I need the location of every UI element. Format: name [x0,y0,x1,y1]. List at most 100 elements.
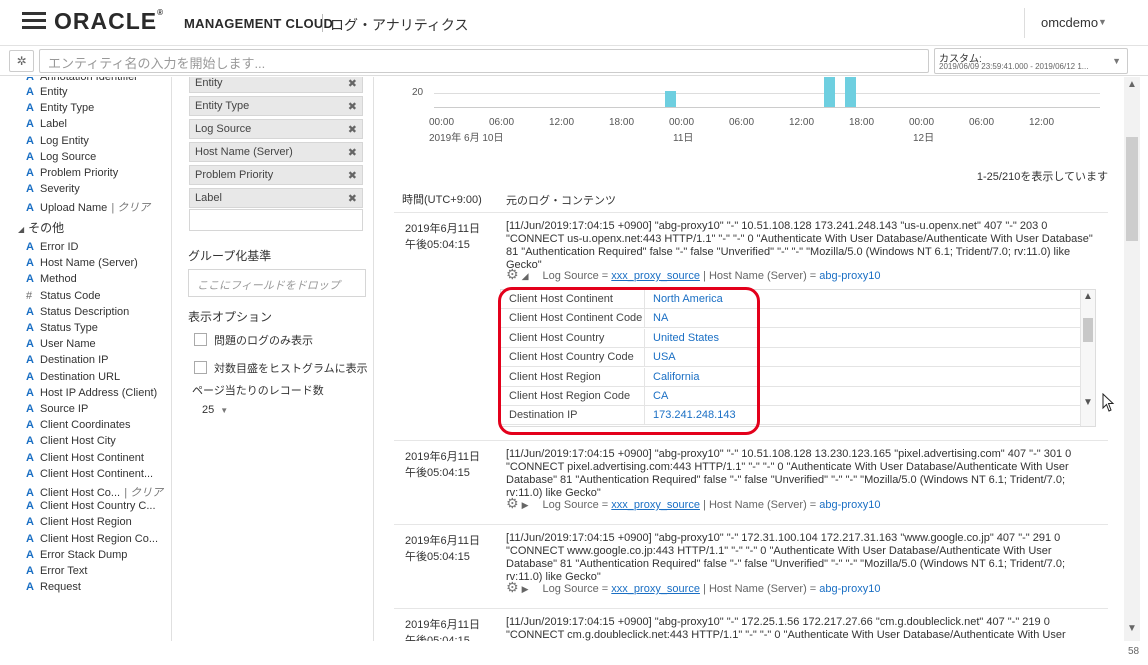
display-field-chip[interactable]: Problem Priority ✖ [189,165,363,185]
record-meta: ⚙ ▶ Log Source = xxx_proxy_source | Host N… [506,495,880,512]
host-name-link[interactable]: abg-proxy10 [819,270,880,282]
field-item[interactable]: A Label [26,118,67,134]
field-item[interactable]: A Severity [26,183,80,199]
meta-source-label: Log Source = [542,270,612,282]
host-name-link[interactable]: abg-proxy10 [819,583,880,595]
remove-chip-icon[interactable]: ✖ [348,146,357,159]
field-item[interactable]: A Status Type [26,322,98,338]
histogram-bar[interactable] [665,91,676,107]
histogram-x-tick: 00:00 [909,117,935,128]
scroll-up-icon[interactable]: ▲ [1127,79,1137,90]
visualize-config-panel: Entity ✖ Entity Type ✖ Log Source ✖ Host Name … [180,77,374,641]
gear-icon[interactable]: ⚙ [506,495,519,511]
entity-selector-icon[interactable]: ✲ [9,50,34,72]
display-field-chip[interactable]: Host Name (Server) ✖ [189,142,363,162]
page-scrollbar[interactable]: ▲ ▼ [1124,77,1140,641]
field-item[interactable]: A Client Host Region [26,516,132,532]
details-scroll-down-icon[interactable]: ▼ [1083,397,1093,408]
remove-chip-icon[interactable]: ✖ [348,100,357,113]
details-scroll-thumb[interactable] [1083,318,1093,342]
field-item[interactable]: # Status Code [26,290,101,306]
field-clear-link[interactable]: | クリア [124,487,163,499]
field-item[interactable]: A Client Coordinates [26,419,131,435]
field-item[interactable]: A Client Host Country C... [26,500,156,516]
details-scroll-up-icon[interactable]: ▲ [1083,291,1093,302]
log-source-link[interactable]: xxx_proxy_source [611,583,700,595]
field-group-other[interactable]: ◢ その他 [18,219,64,236]
field-item[interactable]: A Entity [26,86,68,102]
records-per-page-chevron-down-icon: ▼ [220,406,229,415]
user-menu[interactable]: omcdemo [1041,15,1098,30]
field-item[interactable]: A Client Host Continent [26,452,144,468]
field-item[interactable]: A Destination IP [26,354,108,370]
scroll-thumb[interactable] [1126,137,1138,241]
log-record-row[interactable]: 2019年6月11日 午後05:04:15 [11/Jun/2019:17:04:1… [394,525,1108,609]
time-range-selector[interactable]: カスタム: 2019/06/09 23:59:41.000 - 2019/06/… [934,48,1128,74]
display-field-chip[interactable]: Log Source ✖ [189,119,363,139]
gear-icon[interactable]: ⚙ [506,266,519,282]
field-label: Request [40,581,81,594]
log-results-area: 20 00:00 2019年 6月 10日 06:00 12:00 18:00 00:00… [384,77,1124,641]
field-item[interactable]: A Upload Name | クリア [26,199,150,215]
remove-chip-icon[interactable]: ✖ [348,123,357,136]
field-item[interactable]: A User Name [26,338,96,354]
expand-triangle-icon[interactable]: ▶ [522,584,529,594]
gear-icon[interactable]: ⚙ [506,579,519,595]
column-header-time[interactable]: 時間(UTC+9:00) [402,191,482,207]
display-field-chip[interactable]: Entity ✖ [189,77,363,93]
field-item[interactable]: A Method [26,273,77,289]
field-item[interactable]: A Error Text [26,565,87,581]
record-time: 午後05:04:15 [405,551,470,563]
field-type-icon: A [26,370,34,383]
log-record-row[interactable]: 2019年6月11日 午後05:04:15 [11/Jun/2019:17:04:1… [394,609,1108,641]
details-scrollbar[interactable]: ▲ ▼ [1080,290,1095,426]
log-scale-histogram-checkbox[interactable] [194,361,207,374]
log-source-link[interactable]: xxx_proxy_source [611,270,700,282]
remove-chip-icon[interactable]: ✖ [348,192,357,205]
histogram-bar[interactable] [845,77,856,107]
log-record-row[interactable]: 2019年6月11日 午後05:04:15 [11/Jun/2019:17:04:1… [394,441,1108,525]
problem-logs-only-checkbox[interactable] [194,333,207,346]
field-label: Destination IP [40,354,109,367]
field-item[interactable]: A Log Source [26,151,96,167]
hamburger-menu-icon[interactable] [22,12,46,30]
field-item[interactable]: A Log Entity [26,135,89,151]
scroll-down-icon[interactable]: ▼ [1127,623,1137,634]
field-item[interactable]: A Destination URL [26,371,120,387]
display-field-chip[interactable]: Entity Type ✖ [189,96,363,116]
host-name-link[interactable]: abg-proxy10 [819,499,880,511]
field-item[interactable]: A Host Name (Server) [26,257,138,273]
field-item[interactable]: A Client Host Continent... [26,468,153,484]
display-field-chip[interactable]: Label ✖ [189,188,363,208]
expanded-triangle-icon[interactable]: ◢ [522,271,529,281]
field-item[interactable]: A Error ID [26,241,79,257]
records-per-page-select[interactable]: 25 ▼ [202,404,228,416]
user-menu-chevron-down-icon[interactable]: ▼ [1098,17,1107,27]
expand-triangle-icon[interactable]: ▶ [522,500,529,510]
collapse-triangle-icon[interactable]: ◢ [18,225,24,234]
entity-search-input[interactable]: エンティティ名の入力を開始します... [39,49,929,73]
field-type-icon: A [26,487,34,499]
field-item[interactable]: A Status Description [26,306,129,322]
field-item[interactable]: A Error Stack Dump [26,549,127,565]
field-clear-link[interactable]: | クリア [111,202,150,214]
field-item[interactable]: A Client Host Co... | クリア [26,484,163,500]
display-fields-drop-slot[interactable] [189,209,363,231]
field-label: Entity [40,86,68,98]
log-scale-histogram-label: 対数目盛をヒストグラムに表示 [214,363,368,375]
remove-chip-icon[interactable]: ✖ [348,169,357,182]
field-item[interactable]: A Client Host Region Co... [26,533,158,549]
field-label: Host IP Address (Client) [40,386,158,399]
field-item[interactable]: A Host IP Address (Client) [26,387,157,403]
log-source-link[interactable]: xxx_proxy_source [611,499,700,511]
time-range-chevron-down-icon[interactable]: ▼ [1112,56,1121,66]
column-header-log-content[interactable]: 元のログ・コンテンツ [506,192,616,208]
remove-chip-icon[interactable]: ✖ [348,77,357,90]
field-item[interactable]: A Problem Priority [26,167,118,183]
field-item[interactable]: A Request [26,581,81,597]
histogram-bar[interactable] [824,77,835,107]
group-by-drop-zone[interactable]: ここにフィールドをドロップ [188,269,366,297]
field-item[interactable]: A Source IP [26,403,88,419]
field-item[interactable]: A Client Host City [26,435,116,451]
field-item[interactable]: A Entity Type [26,102,94,118]
